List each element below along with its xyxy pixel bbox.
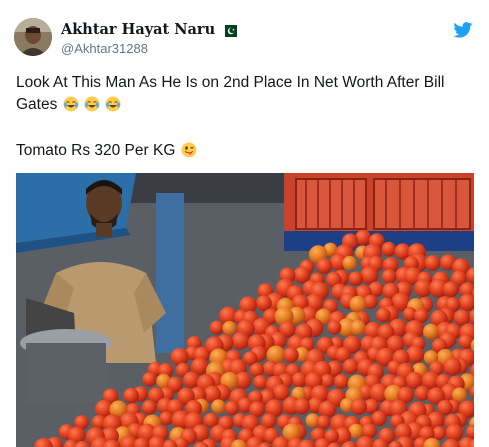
tomato	[293, 398, 310, 415]
tweet-text-line-2-word: Gates	[16, 96, 58, 113]
tomato	[253, 375, 268, 390]
tomato	[222, 321, 237, 336]
tomato	[327, 320, 342, 335]
tears-of-joy-emoji	[62, 96, 83, 113]
tomato	[414, 385, 430, 401]
twitter-bird-icon[interactable]	[453, 22, 473, 38]
tweet-text-line-2: Gates	[16, 94, 121, 115]
tomato	[316, 415, 331, 430]
author-name-row: Akhtar Hayat Naru	[61, 21, 238, 38]
tomato	[231, 332, 250, 350]
tomato	[350, 398, 368, 415]
tomato	[424, 255, 441, 271]
tears-of-joy-emoji	[83, 96, 104, 113]
tweet-text-price: Tomato Rs 320 Per KG	[16, 142, 176, 159]
tears-of-joy-emoji	[104, 96, 121, 113]
tomato	[159, 411, 174, 426]
tomato	[316, 258, 333, 274]
tweet-text-line-3: Tomato Rs 320 Per KG	[16, 140, 197, 161]
tweet-text-line-1: Look At This Man As He Is on 2nd Place I…	[16, 74, 445, 91]
tomato	[291, 372, 307, 388]
tomato	[453, 309, 471, 326]
tomato	[170, 348, 189, 366]
tomato	[443, 357, 462, 376]
tomato	[371, 410, 387, 427]
tomato	[350, 320, 366, 336]
pakistan-flag-icon	[221, 24, 238, 37]
tomato	[123, 387, 139, 404]
tweet-card: Akhtar Hayat Naru @Akhtar31288 Look At T…	[0, 0, 489, 447]
author-handle[interactable]: @Akhtar31288	[61, 41, 148, 56]
tomato	[333, 374, 349, 389]
tomato	[224, 400, 240, 416]
winking-tongue-emoji	[180, 142, 197, 159]
tomato	[381, 269, 397, 284]
tomato	[342, 358, 359, 375]
tweet-photo[interactable]	[16, 173, 474, 447]
user-avatar[interactable]	[14, 18, 52, 56]
tomato	[142, 372, 157, 387]
tomato	[375, 307, 391, 323]
tomato	[445, 423, 464, 442]
tomato	[381, 241, 397, 257]
tomato	[342, 255, 357, 271]
author-display-name[interactable]: Akhtar Hayat Naru	[61, 21, 215, 38]
tomato	[283, 347, 299, 363]
tomato	[211, 399, 226, 414]
tomato	[141, 400, 157, 415]
tomato	[423, 323, 439, 340]
tomato	[183, 371, 200, 389]
tomato	[348, 271, 363, 286]
tomato	[209, 320, 224, 335]
tomato	[442, 281, 459, 298]
tomato	[349, 295, 367, 313]
